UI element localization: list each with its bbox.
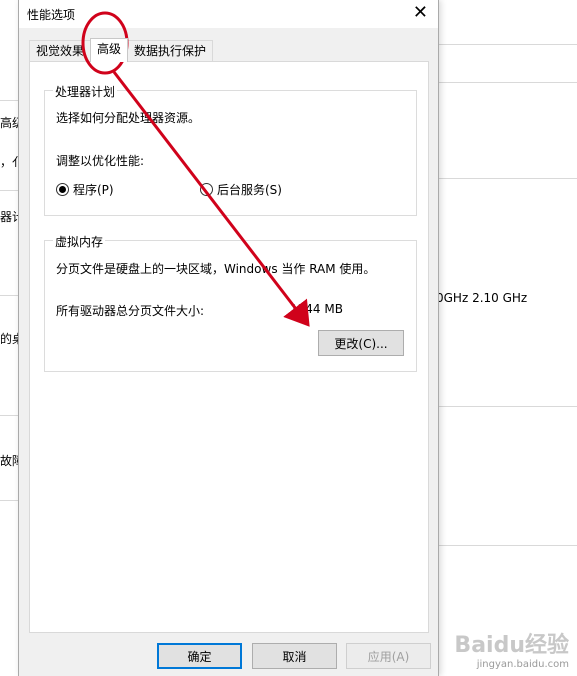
bg-divider xyxy=(437,178,577,179)
virtual-memory-group: 虚拟内存 分页文件是硬盘上的一块区域，Windows 当作 RAM 使用。 所有… xyxy=(44,233,417,372)
apply-button[interactable]: 应用(A) xyxy=(346,643,431,669)
radio-background-services[interactable]: 后台服务(S) xyxy=(200,181,282,198)
ok-button[interactable]: 确定 xyxy=(157,643,242,669)
cancel-button[interactable]: 取消 xyxy=(252,643,337,669)
bg-divider xyxy=(0,100,18,101)
total-paging-value: 1344 MB xyxy=(290,302,343,316)
processor-scheduling-title: 处理器计划 xyxy=(53,83,118,100)
radio-background-label: 后台服务(S) xyxy=(217,183,282,197)
tab-data-execution-prevention[interactable]: 数据执行保护 xyxy=(127,40,213,62)
dialog-title: 性能选项 xyxy=(27,8,76,22)
bg-divider xyxy=(0,190,18,191)
tab-visual-effects[interactable]: 视觉效果 xyxy=(29,40,91,62)
close-icon[interactable]: ✕ xyxy=(413,3,428,23)
baidu-watermark: Baidu经验 jingyan.baidu.com xyxy=(454,627,569,670)
radio-unchecked-icon xyxy=(200,183,213,196)
bg-divider xyxy=(437,44,577,45)
bg-divider xyxy=(437,82,577,83)
background-window-right xyxy=(436,0,577,676)
title-bar: 性能选项 ✕ xyxy=(19,0,438,28)
bg-divider xyxy=(437,406,577,407)
bg-divider xyxy=(0,295,18,296)
tab-advanced[interactable]: 高级 xyxy=(90,38,128,62)
radio-programs[interactable]: 程序(P) xyxy=(56,181,114,198)
total-paging-label: 所有驱动器总分页文件大小: xyxy=(56,304,205,318)
optimize-label: 调整以优化性能: xyxy=(56,154,145,168)
processor-description: 选择如何分配处理器资源。 xyxy=(56,111,201,125)
cpu-speed-text: 0GHz 2.10 GHz xyxy=(436,291,528,305)
radio-programs-label: 程序(P) xyxy=(73,183,114,197)
bg-divider xyxy=(0,415,18,416)
tab-panel-advanced: 处理器计划 选择如何分配处理器资源。 调整以优化性能: 程序(P) 后台服务(S… xyxy=(29,61,429,633)
bg-divider xyxy=(437,545,577,546)
processor-scheduling-group: 处理器计划 选择如何分配处理器资源。 调整以优化性能: 程序(P) 后台服务(S… xyxy=(44,83,417,216)
watermark-url: jingyan.baidu.com xyxy=(476,659,569,670)
radio-checked-icon xyxy=(56,183,69,196)
virtual-memory-description: 分页文件是硬盘上的一块区域，Windows 当作 RAM 使用。 xyxy=(56,262,376,276)
watermark-brand: Baidu经验 xyxy=(454,633,569,658)
virtual-memory-title: 虚拟内存 xyxy=(53,233,106,250)
bg-divider xyxy=(0,500,18,501)
change-paging-button[interactable]: 更改(C)... xyxy=(318,330,404,356)
performance-options-dialog: 性能选项 ✕ 视觉效果 高级 数据执行保护 处理器计划 选择如何分配处理器资源。… xyxy=(18,0,439,676)
